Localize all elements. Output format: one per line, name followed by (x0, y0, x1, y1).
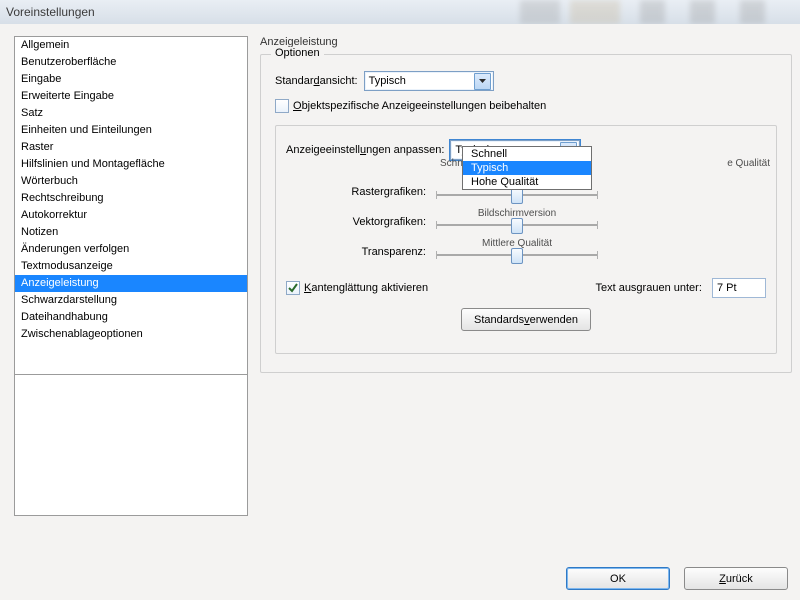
sidebar-item[interactable]: Wörterbuch (15, 173, 247, 190)
default-view-value: Typisch (369, 75, 406, 87)
dropdown-option[interactable]: Typisch (463, 161, 591, 175)
sidebar-item[interactable]: Satz (15, 105, 247, 122)
dialog-client: AllgemeinBenutzeroberflächeEingabeErweit… (0, 24, 800, 600)
preview-box (14, 374, 248, 516)
use-standards-button[interactable]: Standards verwenden (461, 308, 591, 331)
quality-group: Anzeigeeinstellungen anpassen: Typisch S… (275, 125, 777, 354)
antialias-label: Kantenglättung aktivieren (304, 282, 428, 294)
adjust-dropdown-popup[interactable]: SchnellTypischHohe Qualität (462, 146, 592, 190)
vector-label: Vektorgrafiken: (286, 216, 432, 228)
window-titlebar: Voreinstellungen (0, 0, 800, 25)
sidebar-item[interactable]: Autokorrektur (15, 207, 247, 224)
options-group: Optionen Standardansicht: Typisch (260, 54, 792, 373)
preserve-object-settings-checkbox[interactable]: Objektspezifische Anzeigeeinstellungen b… (275, 99, 546, 113)
sidebar-item[interactable]: Änderungen verfolgen (15, 241, 247, 258)
vector-slider[interactable]: Bildschirmversion (432, 210, 602, 234)
raster-label: Rastergrafiken: (286, 186, 432, 198)
antialias-checkbox[interactable]: Kantenglättung aktivieren (286, 281, 428, 295)
sidebar-item[interactable]: Allgemein (15, 37, 247, 54)
sidebar-item[interactable]: Einheiten und Einteilungen (15, 122, 247, 139)
sidebar-item[interactable]: Schwarzdarstellung (15, 292, 247, 309)
sidebar-item[interactable]: Textmodusanzeige (15, 258, 247, 275)
sidebar-item[interactable]: Eingabe (15, 71, 247, 88)
settings-panel: Anzeigeleistung Optionen Standardansicht… (260, 36, 792, 446)
category-list[interactable]: AllgemeinBenutzeroberflächeEingabeErweit… (14, 36, 248, 516)
transparency-label: Transparenz: (286, 246, 432, 258)
options-legend: Optionen (271, 47, 324, 59)
antialias-row: Kantenglättung aktivieren Text ausgrauen… (286, 278, 766, 298)
transparency-slider[interactable]: Mittlere Qualität (432, 240, 602, 264)
adjust-label: Anzeigeeinstellungen anpassen: (286, 144, 444, 156)
ok-button[interactable]: OK (566, 567, 670, 590)
panel-title: Anzeigeleistung (260, 36, 792, 48)
dropdown-option[interactable]: Hohe Qualität (463, 175, 591, 189)
standards-row: Standards verwenden (286, 308, 766, 331)
sidebar-item[interactable]: Anzeigeleistung (15, 275, 247, 292)
gray-text-label: Text ausgrauen unter: (595, 282, 701, 294)
window-title: Voreinstellungen (6, 5, 95, 19)
checkbox-icon (286, 281, 300, 295)
sidebar-item[interactable]: Benutzeroberfläche (15, 54, 247, 71)
sidebar-item[interactable]: Rechtschreibung (15, 190, 247, 207)
slider-thumb[interactable] (511, 218, 523, 234)
checkbox-icon (275, 99, 289, 113)
transparency-row: Transparenz: Mittlere Qualität (286, 240, 766, 264)
gray-text-group: Text ausgrauen unter: 7 Pt (595, 278, 766, 298)
preserve-object-settings-row: Objektspezifische Anzeigeeinstellungen b… (275, 99, 777, 113)
default-view-combo[interactable]: Typisch (364, 71, 494, 91)
dropdown-option[interactable]: Schnell (463, 147, 591, 161)
back-button[interactable]: Zurück (684, 567, 788, 590)
sidebar-item[interactable]: Notizen (15, 224, 247, 241)
sidebar-item[interactable]: Dateihandhabung (15, 309, 247, 326)
sidebar-item[interactable]: Hilfslinien und Montagefläche (15, 156, 247, 173)
preserve-object-settings-label: Objektspezifische Anzeigeeinstellungen b… (293, 100, 546, 112)
sidebar-item[interactable]: Raster (15, 139, 247, 156)
sidebar-item[interactable]: Zwischenablageoptionen (15, 326, 247, 343)
quality-high-label: e Qualität (727, 158, 770, 169)
default-view-label: Standardansicht: (275, 75, 358, 87)
slider-thumb[interactable] (511, 188, 523, 204)
dialog-footer: OK Zurück (566, 567, 788, 590)
chevron-down-icon (474, 73, 491, 90)
gray-text-field[interactable]: 7 Pt (712, 278, 766, 298)
slider-thumb[interactable] (511, 248, 523, 264)
vector-row: Vektorgrafiken: Bildschirmversion (286, 210, 766, 234)
default-view-row: Standardansicht: Typisch (275, 71, 777, 91)
sidebar-item[interactable]: Erweiterte Eingabe (15, 88, 247, 105)
